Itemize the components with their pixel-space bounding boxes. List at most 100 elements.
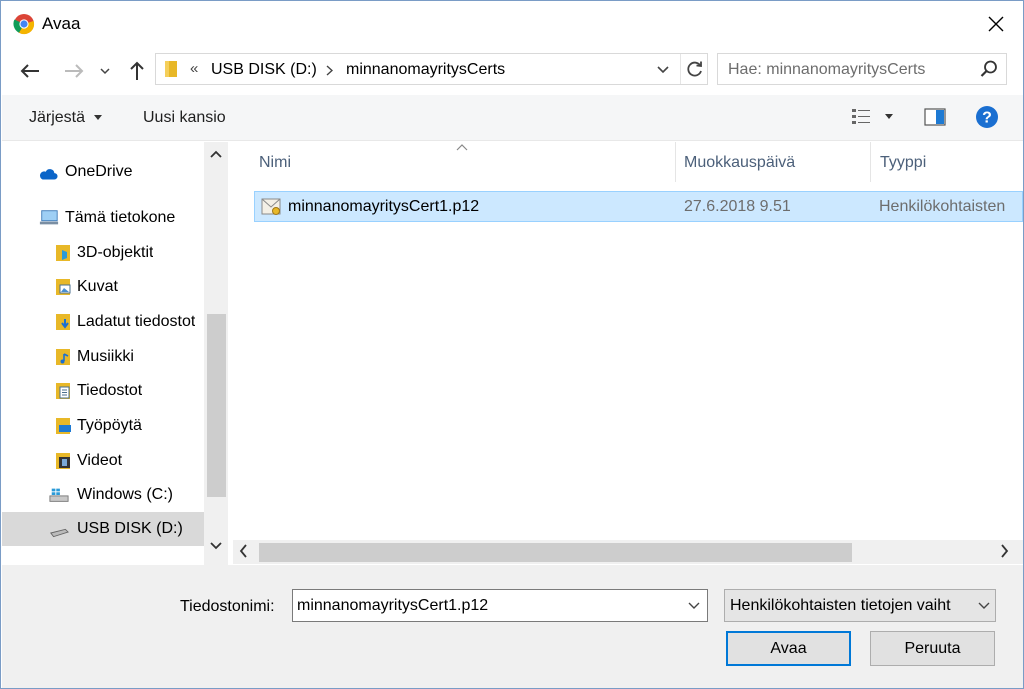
sidebar-item-documents[interactable]: Tiedostot [2,374,207,408]
column-header-label: Muokkauspäivä [684,154,796,171]
chevron-right-icon[interactable] [1001,544,1009,558]
chevron-down-icon[interactable] [656,60,670,80]
chrome-icon [13,14,35,35]
file-row[interactable]: minnanomayritysCert1.p12 27.6.2018 9.51 … [254,191,1023,222]
caret-down-icon [94,115,103,121]
breadcrumb-overflow[interactable]: « [190,60,198,77]
column-header-label: Tyyppi [880,154,927,171]
refresh-button[interactable] [680,54,709,84]
sidebar-item-this-pc[interactable]: Tämä tietokone [2,201,207,235]
certificate-file-icon [261,198,281,215]
sidebar-item-label: Kuvat [77,278,118,295]
file-modified: 27.6.2018 9.51 [684,198,791,215]
dialog-footer: Tiedostonimi: minnanomayritysCert1.p12 H… [2,565,1023,688]
organize-label: Järjestä [29,109,86,126]
sidebar-item-label: 3D-objektit [77,244,154,261]
arrow-up-icon [130,61,144,80]
column-header-name[interactable]: Nimi [233,142,675,182]
chevron-down-icon [100,67,110,74]
chevron-down-icon[interactable] [210,542,222,550]
sidebar-item-label: Ladatut tiedostot [77,313,196,330]
file-list-horizontal-scrollbar[interactable] [233,540,1023,564]
sidebar-vertical-scrollbar[interactable] [204,142,228,565]
title-bar: Avaa [1,1,1023,47]
filetype-value: Henkilökohtaisten tietojen vaiht [730,597,951,614]
search-input[interactable]: Hae: minnanomayritysCerts [717,53,1007,85]
sidebar-item-label: Työpöytä [77,417,142,434]
chevron-right-icon[interactable] [326,65,333,76]
sidebar-item-label: OneDrive [65,163,133,180]
documents-folder-icon [56,383,70,399]
cloud-icon [39,169,58,180]
preview-pane-icon[interactable] [924,108,946,126]
navigation-pane: OneDrive Tämä tietokone 3D-objektit Kuva… [2,142,228,565]
help-icon[interactable]: ? [975,105,999,129]
open-button[interactable]: Avaa [726,631,851,666]
back-button[interactable] [16,57,44,85]
sidebar-item-music[interactable]: Musiikki [2,340,207,374]
open-file-dialog: Avaa « USB DISK (D:) minnanomayritysCert… [0,0,1024,689]
sidebar-item-label: Musiikki [77,348,134,365]
command-bar: Järjestä Uusi kansio ? [2,95,1023,141]
filename-field[interactable]: minnanomayritysCert1.p12 [292,589,708,622]
filename-value: minnanomayritysCert1.p12 [297,597,489,614]
sidebar-item-3d-objects[interactable]: 3D-objektit [2,236,207,270]
file-name: minnanomayritysCert1.p12 [288,198,480,215]
downloads-folder-icon [56,314,70,330]
file-type: Henkilökohtaisten [879,198,1006,215]
sidebar-item-windows-c[interactable]: Windows (C:) [2,478,207,512]
scrollbar-thumb[interactable] [259,543,852,562]
folder-icon [165,61,177,77]
column-header-label: Nimi [259,154,291,171]
cancel-button[interactable]: Peruuta [870,631,995,666]
sidebar-item-label: Videot [77,452,123,469]
scrollbar-thumb[interactable] [207,314,226,497]
search-icon [980,60,997,77]
close-button[interactable] [969,1,1023,47]
column-header-modified[interactable]: Muokkauspäivä [676,142,870,182]
refresh-icon [687,61,702,77]
filename-label: Tiedostonimi: [180,598,275,615]
column-header-type[interactable]: Tyyppi [871,142,1023,182]
close-icon [988,16,1004,32]
3d-objects-folder-icon [56,245,70,261]
up-button[interactable] [123,57,151,85]
videos-folder-icon [56,453,70,469]
filetype-select[interactable]: Henkilökohtaisten tietojen vaiht [724,589,996,622]
sidebar-item-usb-disk[interactable]: USB DISK (D:) [2,512,207,546]
chevron-up-icon[interactable] [210,150,222,158]
svg-text:?: ? [982,110,992,127]
sidebar-item-label: USB DISK (D:) [77,520,183,537]
view-options-icon[interactable] [851,107,871,127]
caret-down-icon[interactable] [885,114,893,119]
sidebar-item-downloads[interactable]: Ladatut tiedostot [2,305,207,339]
navigation-bar: « USB DISK (D:) minnanomayritysCerts Hae… [1,47,1023,95]
sidebar-item-label: Tiedostot [77,382,143,399]
sidebar-item-onedrive[interactable]: OneDrive [2,155,207,189]
usb-drive-icon [50,528,69,538]
file-list: Nimi Muokkauspäivä Tyyppi minnanomayrity… [233,142,1023,565]
sidebar-item-videos[interactable]: Videot [2,444,207,478]
sidebar-item-label: Windows (C:) [77,486,174,503]
window-title: Avaa [42,14,81,33]
desktop-folder-icon [56,418,71,434]
chevron-left-icon[interactable] [239,544,247,558]
address-bar[interactable]: « USB DISK (D:) minnanomayritysCerts [155,53,708,85]
sidebar-item-label: Tämä tietokone [65,209,176,226]
chevron-down-icon[interactable] [687,598,701,612]
organize-button[interactable]: Järjestä [29,109,103,127]
pictures-folder-icon [56,279,71,295]
windows-drive-icon [49,488,69,502]
music-folder-icon [56,349,70,365]
arrow-right-icon [65,64,84,78]
forward-button[interactable] [60,57,88,85]
breadcrumb-usb-disk[interactable]: USB DISK (D:) [211,61,317,79]
breadcrumb-current-folder[interactable]: minnanomayritysCerts [346,61,505,79]
new-folder-button[interactable]: Uusi kansio [143,109,226,127]
recent-locations-button[interactable] [94,57,116,85]
chevron-down-icon [978,602,990,609]
sidebar-item-pictures[interactable]: Kuvat [2,270,207,304]
sidebar-item-desktop[interactable]: Työpöytä [2,409,207,443]
search-placeholder: Hae: minnanomayritysCerts [728,61,926,78]
arrow-left-icon [20,64,39,78]
